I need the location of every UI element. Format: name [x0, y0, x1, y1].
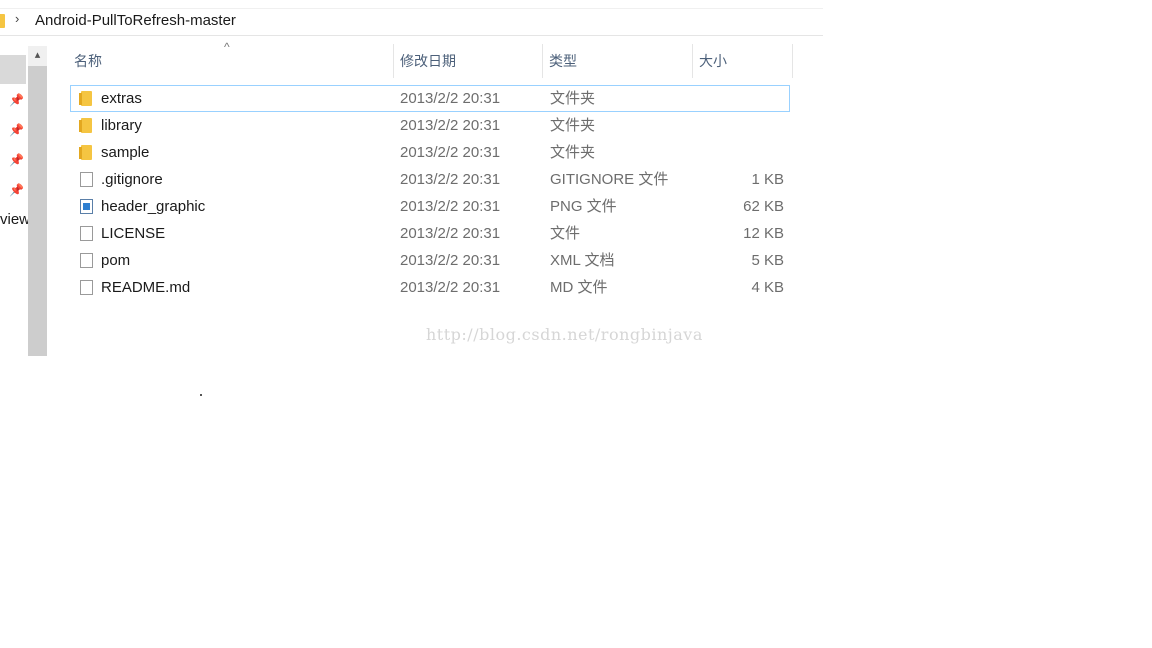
- file-date-modified: 2013/2/2 20:31: [400, 252, 501, 269]
- file-type: 文件: [550, 225, 581, 242]
- file-icon: [80, 226, 93, 241]
- file-date-modified: 2013/2/2 20:31: [400, 117, 501, 134]
- image-file-icon: [80, 199, 93, 214]
- file-row[interactable]: library 2013/2/2 20:31 文件夹: [70, 112, 790, 139]
- address-bar[interactable]: › Android-PullToRefresh-master: [0, 8, 823, 36]
- breadcrumb-current-folder[interactable]: Android-PullToRefresh-master: [35, 12, 236, 29]
- column-header-date-modified[interactable]: 修改日期: [392, 44, 542, 78]
- file-icon: [80, 280, 93, 295]
- folder-icon: [79, 118, 92, 133]
- file-type: 文件夹: [550, 90, 596, 107]
- file-size: 62 KB: [743, 198, 784, 215]
- pin-icon[interactable]: 📌: [9, 123, 24, 137]
- folder-icon: [79, 91, 92, 106]
- vertical-scrollbar[interactable]: ▴: [28, 46, 47, 356]
- pin-icon[interactable]: 📌: [9, 93, 24, 107]
- column-header-type[interactable]: 类型: [541, 44, 691, 78]
- column-header-name[interactable]: 名称: [66, 44, 393, 78]
- file-date-modified: 2013/2/2 20:31: [400, 198, 501, 215]
- file-row[interactable]: sample 2013/2/2 20:31 文件夹: [70, 139, 790, 166]
- file-date-modified: 2013/2/2 20:31: [400, 279, 501, 296]
- pin-icon[interactable]: 📌: [9, 153, 24, 167]
- pin-icon[interactable]: 📌: [9, 183, 24, 197]
- folder-icon: [0, 14, 5, 28]
- file-row[interactable]: LICENSE 2013/2/2 20:31 文件 12 KB: [70, 220, 790, 247]
- file-date-modified: 2013/2/2 20:31: [400, 225, 501, 242]
- file-type: MD 文件: [550, 279, 608, 296]
- nav-pane-item-label[interactable]: view: [0, 211, 28, 228]
- file-row[interactable]: pom 2013/2/2 20:31 XML 文档 5 KB: [70, 247, 790, 274]
- scroll-up-arrow-icon[interactable]: ▴: [28, 46, 47, 65]
- file-size: 4 KB: [751, 279, 784, 296]
- file-icon: [80, 253, 93, 268]
- folder-icon: [79, 145, 92, 160]
- scrollbar-thumb[interactable]: [28, 66, 47, 356]
- file-row[interactable]: header_graphic 2013/2/2 20:31 PNG 文件 62 …: [70, 193, 790, 220]
- file-name: pom: [101, 252, 131, 269]
- file-type: PNG 文件: [550, 198, 617, 215]
- file-date-modified: 2013/2/2 20:31: [400, 144, 501, 161]
- column-header-size[interactable]: 大小: [691, 44, 792, 78]
- file-name: library: [101, 117, 142, 134]
- file-type: 文件夹: [550, 144, 596, 161]
- file-size: 12 KB: [743, 225, 784, 242]
- file-type: GITIGNORE 文件: [550, 171, 669, 188]
- stray-dot: [200, 394, 202, 396]
- file-size: 5 KB: [751, 252, 784, 269]
- file-type: XML 文档: [550, 252, 615, 269]
- file-size: 1 KB: [751, 171, 784, 188]
- file-list: extras 2013/2/2 20:31 文件夹 library 2013/2…: [70, 85, 790, 301]
- file-name: LICENSE: [101, 225, 166, 242]
- watermark-text: http://blog.csdn.net/rongbinjava: [426, 325, 703, 344]
- file-type: 文件夹: [550, 117, 596, 134]
- file-date-modified: 2013/2/2 20:31: [400, 171, 501, 188]
- file-row[interactable]: .gitignore 2013/2/2 20:31 GITIGNORE 文件 1…: [70, 166, 790, 193]
- file-row[interactable]: README.md 2013/2/2 20:31 MD 文件 4 KB: [70, 274, 790, 301]
- file-name: header_graphic: [101, 198, 206, 215]
- file-name: README.md: [101, 279, 191, 296]
- file-name: sample: [101, 144, 150, 161]
- file-date-modified: 2013/2/2 20:31: [400, 90, 501, 107]
- column-header-row: 名称 修改日期 类型 大小: [66, 44, 794, 78]
- chevron-right-icon[interactable]: ›: [15, 11, 19, 26]
- file-name: extras: [101, 90, 142, 107]
- file-row[interactable]: extras 2013/2/2 20:31 文件夹: [70, 85, 790, 112]
- file-name: .gitignore: [101, 171, 163, 188]
- file-icon: [80, 172, 93, 187]
- nav-pane-selected-item[interactable]: [0, 55, 26, 84]
- column-divider[interactable]: [792, 44, 793, 78]
